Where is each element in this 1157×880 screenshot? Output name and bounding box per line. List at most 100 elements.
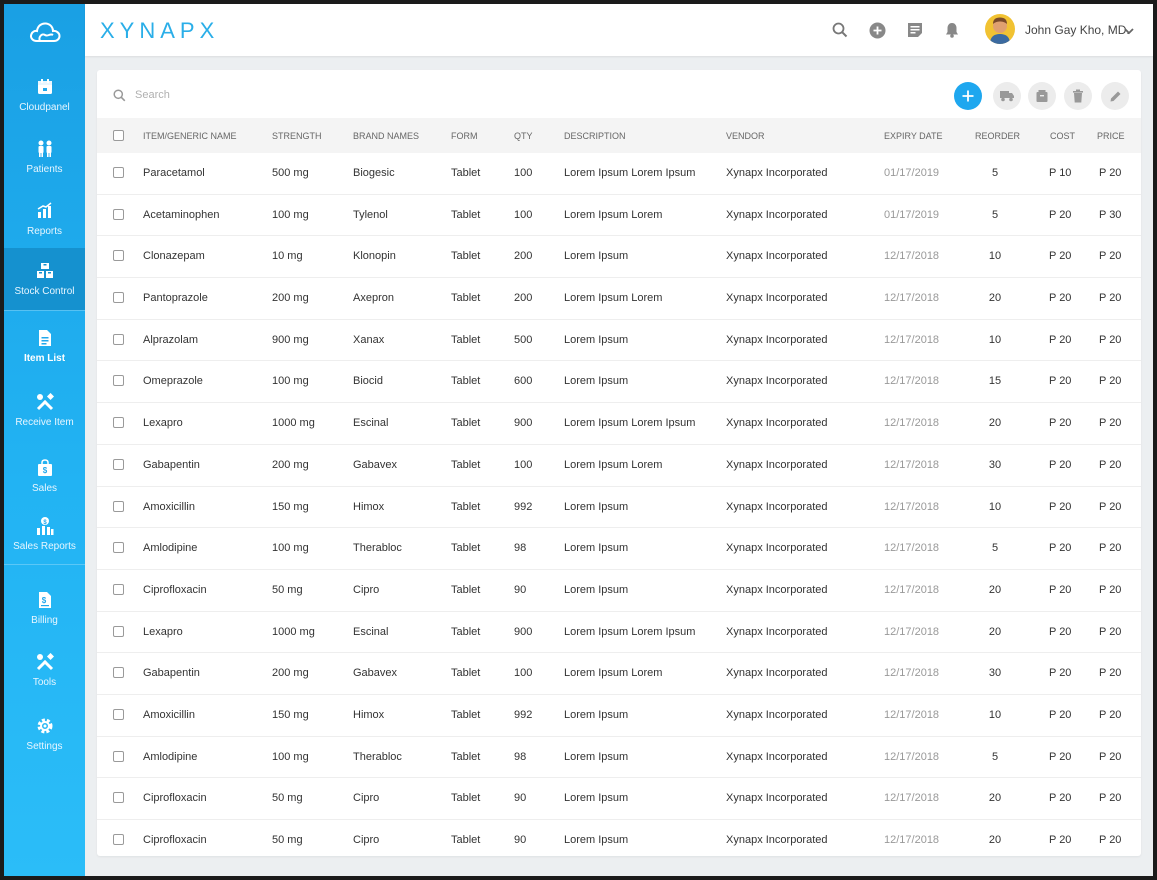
user-name[interactable]: John Gay Kho, MD. (1025, 23, 1130, 37)
sidebar-item-sales-reports[interactable]: $ Sales Reports (4, 504, 85, 564)
row-checkbox[interactable] (113, 167, 124, 178)
cell-name: Amlodipine (143, 542, 198, 555)
search-input[interactable] (135, 83, 535, 107)
cell-form: Tablet (451, 583, 481, 596)
table-row[interactable]: Amlodipine 100 mg Therabloc Tablet 98 Lorem I… (97, 737, 1141, 779)
row-checkbox[interactable] (113, 375, 124, 387)
bill-icon: $ (35, 590, 55, 610)
col-header-strength[interactable]: STRENGTH (272, 131, 322, 141)
sidebar-item-label: Settings (26, 741, 63, 752)
col-header-cost[interactable]: COST (1050, 131, 1075, 141)
table-row[interactable]: Clonazepam 10 mg Klonopin Tablet 200 Lorem Ip… (97, 236, 1141, 279)
col-header-reorder[interactable]: REORDER (975, 131, 1020, 141)
trash-icon[interactable] (1064, 82, 1092, 110)
row-checkbox[interactable] (113, 458, 124, 470)
table-row[interactable]: Amoxicillin 150 mg Himox Tablet 992 Lorem Ips… (97, 695, 1141, 737)
sidebar-item-item-list[interactable]: Item List (4, 316, 85, 376)
search-icon[interactable] (830, 20, 850, 40)
sidebar-item-sales[interactable]: $ Sales (4, 446, 85, 506)
cell-reorder: 20 (988, 292, 1002, 305)
col-header-qty[interactable]: QTY (514, 131, 533, 141)
table-row[interactable]: Omeprazole 100 mg Biocid Tablet 600 Lorem Ips… (97, 361, 1141, 404)
table-row[interactable]: Ciprofloxacin 50 mg Cipro Tablet 90 Lorem Ips… (97, 778, 1141, 820)
avatar[interactable] (985, 14, 1015, 44)
row-checkbox[interactable] (113, 792, 124, 804)
cell-price: P 20 (1099, 167, 1122, 179)
sidebar-item-settings[interactable]: Settings (4, 704, 85, 764)
row-checkbox[interactable] (113, 333, 124, 345)
cell-form: Tablet (451, 208, 481, 221)
cell-qty: 100 (514, 208, 533, 221)
cell-vendor: Xynapx Incorporated (726, 167, 828, 179)
add-circle-icon[interactable] (867, 20, 887, 40)
cell-name: Acetaminophen (143, 208, 220, 221)
row-checkbox[interactable] (113, 708, 124, 720)
cloud-logo-icon[interactable] (4, 4, 85, 60)
chevron-down-icon[interactable] (1123, 23, 1135, 41)
table-row[interactable]: Lexapro 1000 mg Escinal Tablet 900 Lorem Ipsu… (97, 612, 1141, 654)
cell-vendor: Xynapx Incorporated (726, 375, 828, 388)
col-header-expiry[interactable]: EXPIRY DATE (884, 131, 943, 141)
add-item-button[interactable] (954, 82, 982, 110)
table-row[interactable]: Gabapentin 200 mg Gabavex Tablet 100 Lorem Ip… (97, 445, 1141, 487)
bell-icon[interactable] (942, 20, 962, 40)
table-row[interactable]: Paracetamol 500 mg Biogesic Tablet 100 Lorem … (97, 153, 1141, 195)
sidebar-item-reports[interactable]: Reports (4, 189, 85, 249)
row-checkbox[interactable] (113, 417, 124, 429)
sidebar-item-patients[interactable]: Patients (4, 127, 85, 187)
cell-description: Lorem Ipsum Lorem (564, 208, 663, 221)
table-row[interactable]: Amoxicillin 150 mg Himox Tablet 992 Lorem Ips… (97, 487, 1141, 529)
col-header-brand[interactable]: BRAND NAMES (353, 131, 419, 141)
cell-price: P 20 (1099, 750, 1122, 763)
col-header-description[interactable]: DESCRIPTION (564, 131, 626, 141)
col-header-form[interactable]: FORM (451, 131, 478, 141)
cell-reorder: 20 (988, 834, 1002, 846)
edit-pencil-icon[interactable] (1101, 82, 1129, 110)
table-row[interactable]: Pantoprazole 200 mg Axepron Tablet 200 Lorem … (97, 278, 1141, 320)
cell-reorder: 10 (988, 250, 1002, 263)
brand-logo[interactable]: XYNAPX (100, 18, 219, 44)
row-checkbox[interactable] (113, 292, 124, 304)
row-checkbox[interactable] (113, 625, 124, 637)
table-row[interactable]: Alprazolam 900 mg Xanax Tablet 500 Lorem Ipsu… (97, 320, 1141, 362)
sidebar-item-tools[interactable]: Tools (4, 640, 85, 700)
sidebar-item-billing[interactable]: $ Billing (4, 578, 85, 638)
row-checkbox[interactable] (113, 208, 124, 220)
cell-strength: 1000 mg (272, 625, 315, 638)
sidebar-item-receive-item[interactable]: Receive Item (4, 380, 85, 440)
sidebar-item-stock-control[interactable]: Stock Control (4, 248, 85, 310)
notes-icon[interactable] (905, 20, 925, 40)
table-row[interactable]: Lexapro 1000 mg Escinal Tablet 900 Lorem Ipsu… (97, 403, 1141, 445)
cell-strength: 100 mg (272, 542, 309, 555)
cell-form: Tablet (451, 417, 481, 430)
sidebar-item-label: Reports (26, 226, 62, 237)
col-header-vendor[interactable]: VENDOR (726, 131, 765, 141)
cell-brand: Cipro (353, 583, 380, 596)
row-checkbox[interactable] (113, 542, 124, 554)
archive-box-icon[interactable] (1028, 82, 1056, 110)
calendar-icon (35, 77, 55, 97)
table-row[interactable]: Ciprofloxacin 50 mg Cipro Tablet 90 Lorem Ips… (97, 570, 1141, 612)
cell-form: Tablet (451, 792, 481, 805)
table-row[interactable]: Amlodipine 100 mg Therabloc Tablet 98 Lorem I… (97, 528, 1141, 570)
select-all-checkbox[interactable] (113, 130, 124, 141)
cell-expiry: 01/17/2019 (884, 167, 940, 179)
svg-text:$: $ (42, 466, 47, 475)
table-row[interactable]: Acetaminophen 100 mg Tylenol Tablet 100 Lorem… (97, 195, 1141, 237)
row-checkbox[interactable] (113, 667, 124, 679)
col-header-name[interactable]: ITEM/GENERIC NAME (143, 131, 237, 141)
row-checkbox[interactable] (113, 583, 124, 595)
table-row[interactable]: Ciprofloxacin 50 mg Cipro Tablet 90 Lorem Ips… (97, 820, 1141, 862)
table-row[interactable]: Gabapentin 200 mg Gabavex Tablet 100 Lorem Ip… (97, 653, 1141, 695)
cell-brand: Biocid (353, 375, 383, 388)
row-checkbox[interactable] (113, 750, 124, 762)
row-checkbox[interactable] (113, 500, 124, 512)
delivery-truck-icon[interactable] (993, 82, 1021, 110)
cell-reorder: 20 (988, 583, 1002, 596)
row-checkbox[interactable] (113, 834, 124, 845)
col-header-price[interactable]: PRICE (1097, 131, 1125, 141)
row-checkbox[interactable] (113, 250, 124, 262)
cell-strength: 500 mg (272, 167, 309, 179)
cell-expiry: 12/17/2018 (884, 250, 940, 263)
sidebar-item-cloudpanel[interactable]: Cloudpanel (4, 65, 85, 125)
